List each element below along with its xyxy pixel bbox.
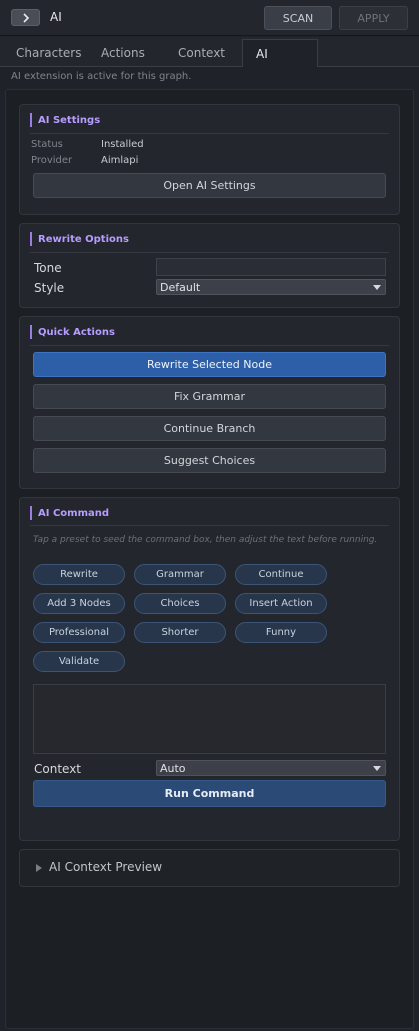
rewrite-options-heading: Rewrite Options xyxy=(30,232,129,246)
preset-professional-chip[interactable]: Professional xyxy=(33,622,125,643)
dropdown-arrow-icon xyxy=(373,766,381,771)
ai-settings-heading: AI Settings xyxy=(30,113,100,127)
preset-validate-chip[interactable]: Validate xyxy=(33,651,125,672)
style-label: Style xyxy=(34,281,65,295)
chevron-right-icon xyxy=(22,12,29,23)
tab-bar: Characters Actions Context AI xyxy=(0,37,419,67)
divider xyxy=(30,133,389,134)
status-label: Status xyxy=(31,139,63,150)
ai-context-preview-label: AI Context Preview xyxy=(49,860,163,874)
command-textarea[interactable] xyxy=(33,684,386,754)
preset-shorter-chip[interactable]: Shorter xyxy=(134,622,226,643)
preset-choices-chip[interactable]: Choices xyxy=(134,593,226,614)
quick-actions-section: Quick Actions Rewrite Selected Node Fix … xyxy=(19,316,400,489)
tab-context[interactable]: Context xyxy=(178,39,225,67)
dropdown-arrow-icon xyxy=(373,285,381,290)
preset-grammar-chip[interactable]: Grammar xyxy=(134,564,226,585)
rewrite-selected-node-button[interactable]: Rewrite Selected Node xyxy=(33,352,386,377)
status-value: Installed xyxy=(101,139,144,150)
top-bar: AI SCAN APPLY xyxy=(0,0,419,36)
context-label: Context xyxy=(34,762,82,776)
ai-command-section: AI Command Tap a preset to seed the comm… xyxy=(19,497,400,841)
open-ai-settings-button[interactable]: Open AI Settings xyxy=(33,173,386,198)
quick-actions-heading: Quick Actions xyxy=(30,325,115,339)
triangle-right-icon xyxy=(36,864,42,872)
run-command-button[interactable]: Run Command xyxy=(33,780,386,807)
tab-ai[interactable]: AI xyxy=(242,39,318,67)
tab-characters[interactable]: Characters xyxy=(16,39,82,67)
style-select[interactable]: Default xyxy=(156,279,386,295)
preset-rewrite-chip[interactable]: Rewrite xyxy=(33,564,125,585)
ai-command-hint: Tap a preset to seed the command box, th… xyxy=(33,535,378,545)
extension-status-text: AI extension is active for this graph. xyxy=(11,71,192,82)
preset-add-3-nodes-chip[interactable]: Add 3 Nodes xyxy=(33,593,125,614)
collapse-toggle-button[interactable] xyxy=(11,9,40,26)
rewrite-options-section: Rewrite Options Tone Style Default xyxy=(19,223,400,308)
apply-button[interactable]: APPLY xyxy=(339,6,408,30)
provider-value: Aimlapi xyxy=(101,155,139,166)
suggest-choices-button[interactable]: Suggest Choices xyxy=(33,448,386,473)
panel-title: AI xyxy=(50,10,62,24)
divider xyxy=(30,345,389,346)
provider-label: Provider xyxy=(31,155,73,166)
tab-actions[interactable]: Actions xyxy=(101,39,145,67)
divider xyxy=(30,252,389,253)
tone-input[interactable] xyxy=(156,258,386,276)
divider xyxy=(30,525,389,526)
context-select-value: Auto xyxy=(160,761,186,775)
continue-branch-button[interactable]: Continue Branch xyxy=(33,416,386,441)
preset-insert-action-chip[interactable]: Insert Action xyxy=(235,593,327,614)
preset-funny-chip[interactable]: Funny xyxy=(235,622,327,643)
context-select[interactable]: Auto xyxy=(156,760,386,776)
scan-button[interactable]: SCAN xyxy=(264,6,332,30)
preset-continue-chip[interactable]: Continue xyxy=(235,564,327,585)
ai-context-preview-toggle[interactable]: AI Context Preview xyxy=(19,849,400,887)
fix-grammar-button[interactable]: Fix Grammar xyxy=(33,384,386,409)
ai-settings-section: AI Settings Status Installed Provider Ai… xyxy=(19,104,400,215)
style-select-value: Default xyxy=(160,280,201,294)
ai-command-heading: AI Command xyxy=(30,506,109,520)
tone-label: Tone xyxy=(34,261,62,275)
